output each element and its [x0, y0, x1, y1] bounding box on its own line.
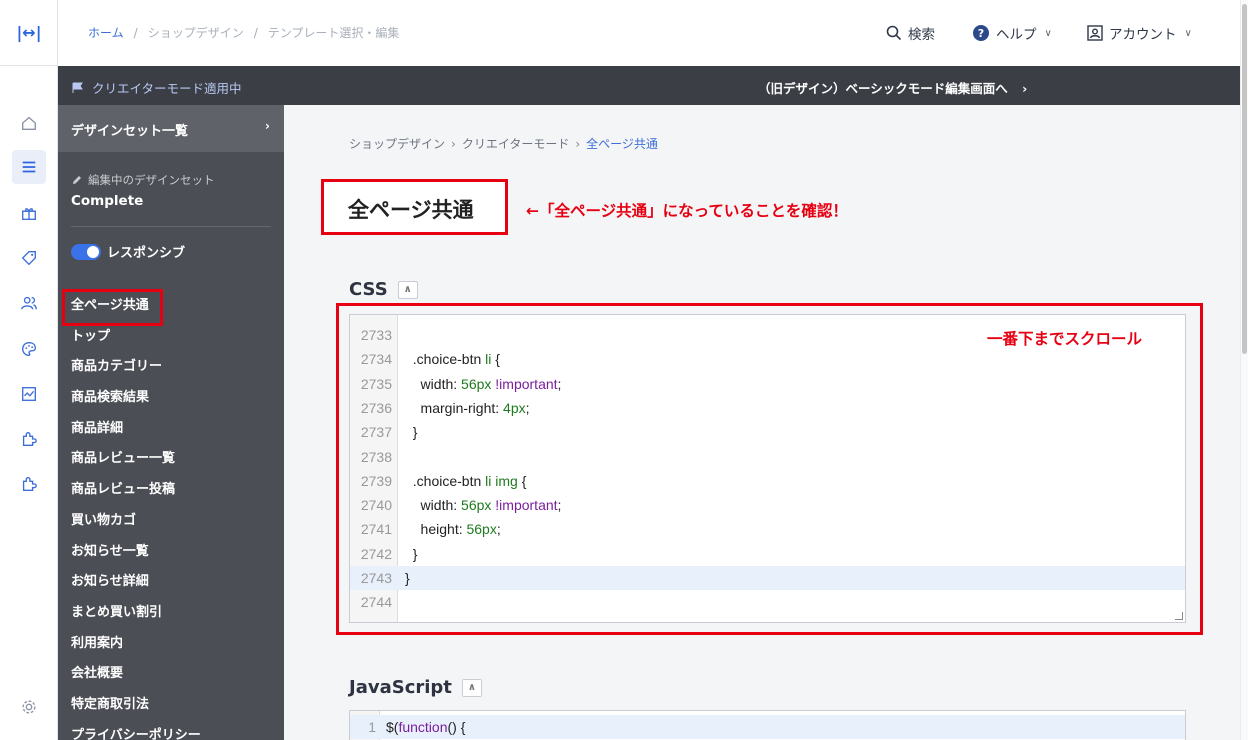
top-header: ホーム / ショップデザイン / テンプレート選択・編集 検索 ? ヘルプ ∨ アカウン… — [58, 0, 1248, 66]
chevron-down-icon: ∨ — [1044, 27, 1052, 39]
js-section-title: JavaScript ∧ — [349, 677, 482, 698]
editing-design-set-label: 編集中のデザインセット — [71, 172, 215, 188]
gift-icon[interactable] — [12, 196, 46, 230]
annotation-confirm: ←「全ページ共通」になっていることを確認！ — [526, 202, 848, 220]
selected-page-highlight — [62, 289, 163, 326]
chevron-right-icon: › — [265, 119, 270, 133]
chevron-down-icon: ∨ — [1184, 27, 1192, 39]
css-label: CSS — [349, 279, 388, 300]
responsive-toggle[interactable] — [71, 243, 101, 260]
mode-bar: クリエイターモード適用中 （旧デザイン）ベーシックモード編集画面へ › — [58, 66, 1240, 105]
old-design-link[interactable]: （旧デザイン）ベーシックモード編集画面へ › — [758, 78, 1027, 97]
plugin-add-icon[interactable] — [12, 467, 46, 501]
design-set-list-button[interactable]: デザインセット一覧 › — [58, 105, 284, 152]
main-content: ショップデザイン › クリエイターモード › 全ページ共通 全ページ共通 ←「全ページ共… — [284, 105, 1240, 740]
page-item-company[interactable]: 会社概要 — [58, 659, 284, 690]
page-item-review-post[interactable]: 商品レビュー投稿 — [58, 475, 284, 506]
search-icon — [886, 25, 902, 41]
page-title: 全ページ共通 — [321, 179, 508, 235]
collapse-css-button[interactable]: ∧ — [397, 280, 418, 299]
chevron-right-icon: › — [1022, 81, 1028, 96]
collapse-toggle-icon[interactable]: |↔| — [0, 0, 58, 66]
css-section-title: CSS ∧ — [349, 279, 418, 300]
palette-icon[interactable] — [12, 332, 46, 366]
page-scrollbar[interactable] — [1240, 0, 1248, 740]
breadcrumb-template: テンプレート選択・編集 — [267, 26, 400, 40]
page-item-search-results[interactable]: 商品検索結果 — [58, 383, 284, 414]
editing-label: 編集中のデザインセット — [88, 173, 215, 187]
plugin-icon[interactable] — [12, 422, 46, 456]
content-breadcrumb: ショップデザイン › クリエイターモード › 全ページ共通 — [349, 137, 658, 151]
scrollbar-thumb[interactable] — [1242, 4, 1247, 354]
crumb-current: 全ページ共通 — [586, 137, 658, 151]
help-menu[interactable]: ? ヘルプ ∨ — [972, 23, 1052, 43]
search-button[interactable]: 検索 — [886, 23, 935, 43]
breadcrumb: ホーム / ショップデザイン / テンプレート選択・編集 — [88, 26, 400, 40]
line-number: 1 — [368, 719, 376, 735]
icon-rail: |↔| — [0, 0, 58, 740]
page-item-bulk-discount[interactable]: まとめ買い割引 — [58, 598, 284, 629]
code-text: $(function() { — [386, 719, 466, 735]
creator-mode-indicator: クリエイターモード適用中 — [72, 78, 242, 97]
flag-icon — [72, 82, 83, 93]
analytics-icon[interactable] — [12, 377, 46, 411]
help-icon: ? — [973, 25, 989, 41]
design-sidebar: デザインセット一覧 › 編集中のデザインセット Complete レスポンシブ … — [58, 105, 284, 740]
css-editor-highlight — [336, 303, 1203, 635]
breadcrumb-shop-design[interactable]: ショップデザイン — [148, 26, 244, 40]
help-label: ヘルプ — [996, 27, 1037, 43]
account-menu[interactable]: アカウント ∨ — [1087, 23, 1192, 43]
account-icon — [1087, 25, 1103, 41]
page-item-top[interactable]: トップ — [58, 322, 284, 353]
home-icon[interactable] — [12, 106, 46, 140]
breadcrumb-home-link[interactable]: ホーム — [88, 26, 124, 40]
code-line: 1 $(function() { — [350, 715, 1185, 739]
crumb-shop-design[interactable]: ショップデザイン — [349, 137, 445, 151]
crumb-creator-mode[interactable]: クリエイターモード — [462, 137, 570, 151]
menu-icon[interactable] — [12, 150, 46, 184]
users-icon[interactable] — [12, 286, 46, 320]
js-label: JavaScript — [349, 677, 452, 698]
js-editor[interactable]: 1 $(function() { — [349, 710, 1186, 740]
page-item-product-detail[interactable]: 商品詳細 — [58, 414, 284, 445]
page-item-tokusho[interactable]: 特定商取引法 — [58, 690, 284, 721]
page-item-guide[interactable]: 利用案内 — [58, 629, 284, 660]
search-label: 検索 — [908, 27, 935, 43]
annotation-scroll: 一番下までスクロール — [987, 330, 1143, 348]
page-item-cart[interactable]: 買い物カゴ — [58, 506, 284, 537]
design-set-list-label: デザインセット一覧 — [71, 124, 189, 139]
tag-icon[interactable] — [12, 241, 46, 275]
creator-mode-label: クリエイターモード適用中 — [92, 81, 242, 96]
settings-gear-icon[interactable] — [12, 690, 46, 724]
page-list: 全ページ共通 トップ 商品カテゴリー 商品検索結果 商品詳細 商品レビュー一覧 … — [58, 291, 284, 740]
account-label: アカウント — [1109, 27, 1177, 43]
page-item-privacy[interactable]: プライバシーポリシー — [58, 721, 284, 740]
page-item-news-list[interactable]: お知らせ一覧 — [58, 537, 284, 568]
divider — [71, 226, 271, 227]
page-item-review-list[interactable]: 商品レビュー一覧 — [58, 444, 284, 475]
design-set-name: Complete — [71, 193, 144, 209]
page-item-category[interactable]: 商品カテゴリー — [58, 352, 284, 383]
collapse-js-button[interactable]: ∧ — [461, 678, 482, 697]
svg-text:?: ? — [978, 27, 984, 40]
responsive-label: レスポンシブ — [107, 246, 186, 261]
responsive-toggle-row: レスポンシブ — [71, 242, 185, 261]
page-item-news-detail[interactable]: お知らせ詳細 — [58, 567, 284, 598]
pencil-icon — [73, 176, 81, 184]
old-design-label: （旧デザイン）ベーシックモード編集画面へ — [758, 81, 1008, 96]
